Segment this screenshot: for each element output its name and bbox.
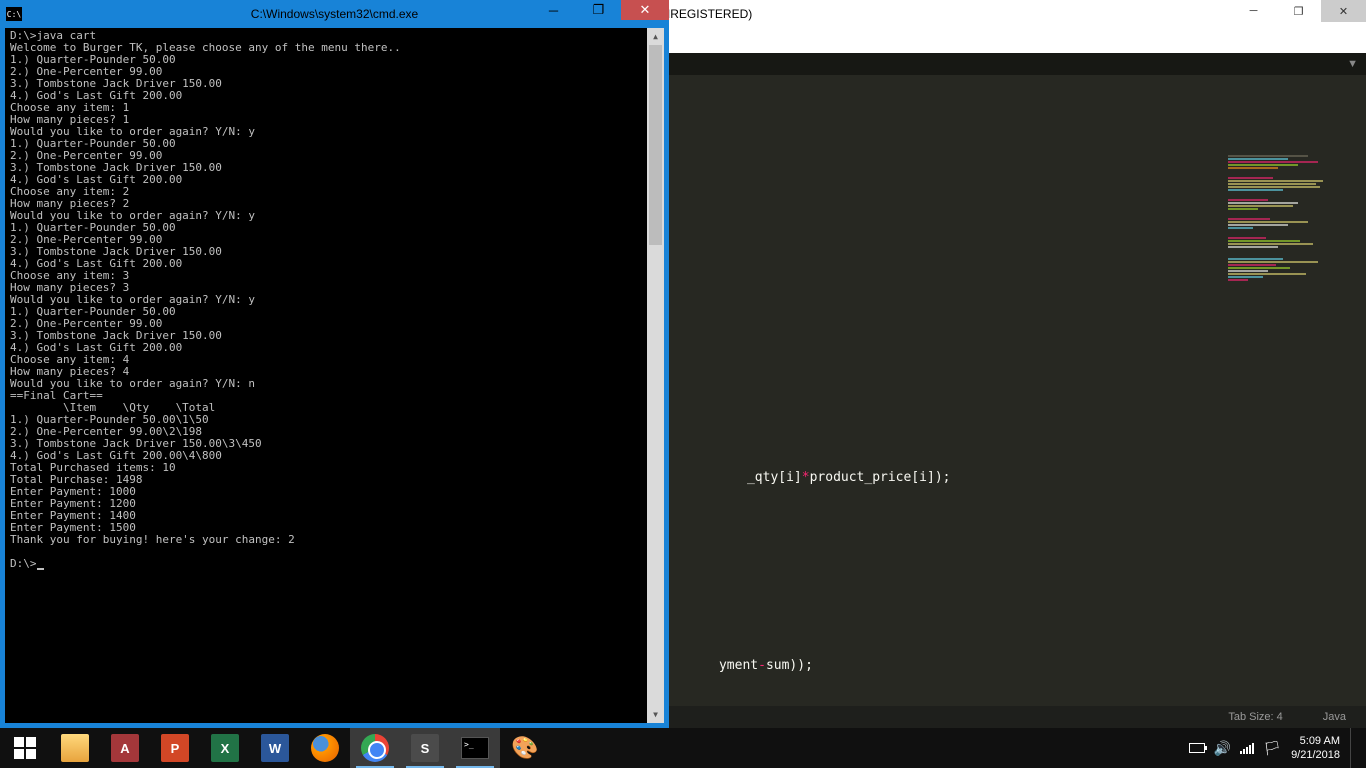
cmd-taskbar-icon: >_ [461, 737, 489, 759]
token: product_price[i]); [810, 470, 951, 485]
tray-datetime[interactable]: 5:09 AM 9/21/2018 [1291, 734, 1340, 762]
cmd-maximize-button[interactable]: ❐ [576, 0, 621, 20]
cmd-terminal-area[interactable]: D:\>java cart Welcome to Burger TK, plea… [5, 28, 664, 723]
code-line: _qty[i]*product_price[i]); [700, 455, 950, 500]
tray-time: 5:09 AM [1291, 734, 1340, 748]
windows-logo-icon [14, 737, 36, 759]
battery-icon[interactable] [1189, 743, 1205, 753]
tray-date: 9/21/2018 [1291, 748, 1340, 762]
cmd-scrollbar[interactable]: ▲ ▼ [647, 28, 664, 723]
token: * [802, 470, 810, 485]
volume-icon[interactable]: 🔊 [1214, 740, 1231, 757]
excel-icon: X [211, 734, 239, 762]
cmd-close-button[interactable]: ✕ [621, 0, 669, 20]
token: yment [719, 658, 758, 673]
cmd-scroll-down-button[interactable]: ▼ [647, 706, 664, 723]
code-line: yment-sum)); [672, 643, 813, 688]
firefox-icon [311, 734, 339, 762]
taskbar-excel[interactable]: X [200, 728, 250, 768]
sublime-syntax[interactable]: Java [1323, 711, 1346, 723]
show-desktop-button[interactable] [1350, 728, 1358, 768]
cmd-scroll-up-button[interactable]: ▲ [647, 28, 664, 45]
token: sum)); [766, 658, 813, 673]
taskbar-file-explorer[interactable] [50, 728, 100, 768]
powerpoint-icon: P [161, 734, 189, 762]
system-tray: 🔊 🏳 5:09 AM 9/21/2018 [1189, 728, 1366, 768]
sublime-icon: S [411, 734, 439, 762]
cmd-minimize-button[interactable]: ─ [531, 0, 576, 20]
taskbar: A P X W S >_ 🎨 🔊 🏳 5:09 AM 9/21/2018 [0, 728, 1366, 768]
start-button[interactable] [0, 728, 50, 768]
paint-icon: 🎨 [511, 735, 538, 761]
network-icon[interactable] [1240, 742, 1254, 754]
access-icon: A [111, 734, 139, 762]
sublime-minimap[interactable] [1228, 155, 1348, 375]
taskbar-chrome[interactable] [350, 728, 400, 768]
tray-icons: 🔊 🏳 [1189, 740, 1281, 757]
taskbar-firefox[interactable] [300, 728, 350, 768]
cmd-output: D:\>java cart Welcome to Burger TK, plea… [10, 30, 659, 570]
word-icon: W [261, 734, 289, 762]
cmd-window: C:\ C:\Windows\system32\cmd.exe ─ ❐ ✕ D:… [0, 0, 669, 728]
taskbar-powerpoint[interactable]: P [150, 728, 200, 768]
cmd-titlebar[interactable]: C:\ C:\Windows\system32\cmd.exe ─ ❐ ✕ [0, 0, 669, 28]
sublime-minimize-button[interactable]: ─ [1231, 0, 1276, 22]
taskbar-word[interactable]: W [250, 728, 300, 768]
taskbar-paint[interactable]: 🎨 [500, 728, 550, 768]
chrome-icon [361, 734, 389, 762]
sublime-close-button[interactable]: ✕ [1321, 0, 1366, 22]
cmd-icon: C:\ [6, 7, 22, 21]
sublime-dropdown-icon[interactable]: ▼ [1347, 58, 1358, 70]
taskbar-access[interactable]: A [100, 728, 150, 768]
cmd-scroll-thumb[interactable] [649, 45, 662, 245]
sublime-tabsize[interactable]: Tab Size: 4 [1228, 711, 1282, 723]
action-center-icon[interactable]: 🏳 [1263, 740, 1281, 757]
file-explorer-icon [61, 734, 89, 762]
token: _qty[i] [747, 470, 802, 485]
cmd-window-title: C:\Windows\system32\cmd.exe [251, 7, 418, 21]
taskbar-cmd[interactable]: >_ [450, 728, 500, 768]
taskbar-sublime[interactable]: S [400, 728, 450, 768]
sublime-maximize-button[interactable]: ❐ [1276, 0, 1321, 22]
token: - [758, 658, 766, 673]
